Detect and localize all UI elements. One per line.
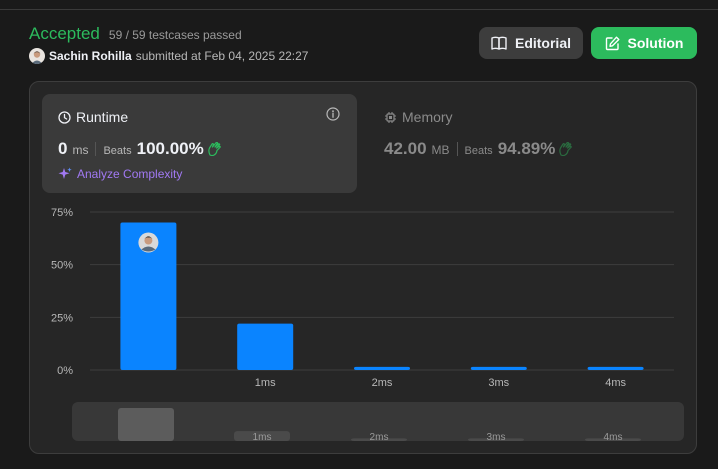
- memory-label[interactable]: Memory: [384, 109, 453, 125]
- avatar-face-icon: [31, 51, 43, 64]
- memory-title: Memory: [402, 109, 453, 125]
- memory-beats-value: 94.89%: [497, 139, 556, 158]
- runtime-label: Runtime: [58, 109, 128, 125]
- chart-bar[interactable]: [587, 366, 644, 370]
- solution-label: Solution: [627, 35, 684, 51]
- metric-divider: [456, 142, 458, 156]
- memory-metric[interactable]: 42.00 MB Beats 94.89%: [384, 139, 574, 159]
- chart-bar[interactable]: [237, 323, 294, 370]
- mini-bar: [118, 408, 174, 441]
- chart-range-slider[interactable]: 1ms 2ms 3ms 4ms: [72, 402, 684, 441]
- submission-status: Accepted 59 / 59 testcases passed: [29, 24, 242, 44]
- mini-distribution-chart: 1ms 2ms 3ms 4ms: [118, 408, 641, 441]
- clap-icon: [559, 142, 573, 156]
- runtime-beats-value: 100.00%: [136, 139, 204, 158]
- mini-tick-label: 3ms: [487, 432, 506, 441]
- submitter-info: Sachin Rohilla submitted at Feb 04, 2025…: [29, 48, 308, 64]
- avatar[interactable]: [29, 48, 45, 64]
- sparkle-icon: [58, 167, 72, 179]
- mini-tick-label: 4ms: [604, 432, 623, 441]
- book-icon: [491, 36, 507, 50]
- info-icon[interactable]: [326, 107, 340, 121]
- memory-value: 42.00: [384, 139, 427, 158]
- runtime-unit: ms: [72, 143, 89, 157]
- top-divider: [0, 0, 718, 10]
- runtime-value: 0: [58, 139, 68, 158]
- memory-beats-label: Beats: [464, 145, 493, 157]
- status-title: Accepted: [29, 24, 100, 43]
- runtime-title: Runtime: [76, 109, 129, 125]
- submitter-name[interactable]: Sachin Rohilla: [49, 49, 132, 63]
- analyze-complexity-label: Analyze Complexity: [77, 167, 183, 181]
- chart-bar[interactable]: [120, 222, 177, 370]
- editorial-button[interactable]: Editorial: [479, 27, 583, 59]
- solution-button[interactable]: Solution: [591, 27, 697, 59]
- submitted-time: submitted at Feb 04, 2025 22:27: [135, 49, 309, 63]
- testcase-count: 59 / 59 testcases passed: [108, 28, 242, 42]
- chart-bar[interactable]: [470, 366, 527, 370]
- edit-icon: [605, 36, 619, 50]
- mini-tick-label: 2ms: [370, 432, 389, 441]
- runtime-beats-label: Beats: [103, 145, 132, 157]
- runtime-metric: 0 ms Beats 100.00%: [58, 139, 223, 159]
- clock-icon: [58, 110, 71, 124]
- metric-divider: [95, 142, 97, 156]
- clap-icon: [208, 142, 221, 156]
- analyze-complexity-link[interactable]: Analyze Complexity: [58, 167, 182, 181]
- chart-bar[interactable]: [354, 366, 410, 370]
- editorial-label: Editorial: [514, 35, 571, 51]
- chip-icon: [385, 111, 396, 123]
- memory-unit: MB: [431, 143, 450, 157]
- mini-tick-label: 1ms: [253, 432, 272, 441]
